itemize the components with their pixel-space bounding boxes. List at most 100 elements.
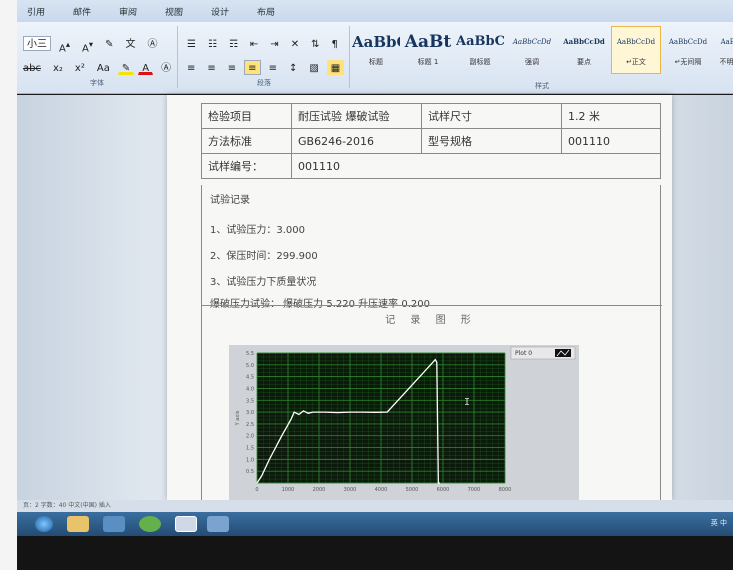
grow-font-icon[interactable]: A▴: [55, 36, 74, 54]
style-no-spacing[interactable]: AaBbCcDd ↵无间隔: [663, 26, 713, 74]
start-button-icon[interactable]: [35, 516, 53, 532]
highlight-icon[interactable]: ✎: [117, 60, 135, 75]
style-name: 强调: [525, 58, 539, 66]
explorer-icon[interactable]: [67, 516, 89, 532]
table-cell: 方法标准: [201, 128, 292, 154]
pinyin-icon[interactable]: 文: [121, 36, 139, 51]
y-tick-label: 2.0: [246, 434, 254, 440]
monitor-bezel: [17, 536, 733, 570]
justify-icon[interactable]: ≡: [244, 60, 261, 75]
style-emphasis[interactable]: AaBbCcDd 强调: [507, 26, 557, 74]
style-heading-1[interactable]: AaBt 标题 1: [403, 26, 453, 74]
style-title[interactable]: AaBbC(标题: [351, 26, 401, 74]
sort-icon[interactable]: ⇅: [307, 36, 323, 51]
pressure-chart: 0.5 1.0 1.5 2.0 2.5 3.0 3.5 4.0 4.5 5.0 5.5 0 1000 20…: [229, 345, 579, 500]
x-tick-label: 8000: [499, 487, 512, 493]
shrink-font-icon[interactable]: A▾: [78, 36, 97, 54]
bullets-icon[interactable]: ☰: [183, 36, 200, 51]
chart-heading: 记 录 图 形: [385, 315, 477, 326]
char-shading-icon[interactable]: Ⓐ: [157, 60, 175, 75]
align-right-icon[interactable]: ≡: [224, 60, 240, 75]
table-cell: 试样编号：: [201, 153, 292, 179]
x-tick-label: 1000: [282, 487, 295, 493]
x-tick-label: 2000: [313, 487, 326, 493]
tab-review[interactable]: 审阅: [119, 5, 138, 18]
y-tick-label: 5.5: [246, 351, 254, 357]
tab-view[interactable]: 视图: [165, 5, 184, 18]
numbering-icon[interactable]: ☷: [204, 36, 221, 51]
style-name: ↵无间隔: [674, 58, 702, 66]
tab-layout[interactable]: 布局: [257, 5, 276, 18]
align-center-icon[interactable]: ≡: [203, 60, 219, 75]
char-border-icon[interactable]: Ⓐ: [143, 36, 161, 51]
style-strong[interactable]: AaBbCcDd 要点: [559, 26, 609, 74]
font-group-label: 字体: [90, 79, 104, 87]
y-tick-label: 3.5: [246, 398, 254, 404]
borders-icon[interactable]: ▦: [326, 60, 345, 75]
strikethrough-icon[interactable]: abc: [19, 60, 45, 75]
y-tick-label: 2.5: [246, 422, 254, 428]
style-name: 副标题: [469, 58, 491, 66]
ribbon: 小三 A▴ A▾ ✎ 文 Ⓐ abc x₂ x² Aa ✎ A Ⓐ 字体 ☰ ☷…: [17, 22, 733, 94]
y-tick-label: 1.5: [246, 446, 254, 452]
chinese-layout-icon[interactable]: ✕: [287, 36, 303, 51]
tab-references[interactable]: 引用: [27, 5, 46, 18]
x-tick-label: 5000: [406, 487, 419, 493]
shading-icon[interactable]: ▧: [305, 60, 322, 75]
record-line: 3、试验压力下质量状况: [210, 277, 317, 288]
table-cell: 1.2 米: [561, 103, 661, 129]
style-subtle[interactable]: AaBb 不明显: [715, 26, 733, 74]
multilevel-list-icon[interactable]: ☶: [225, 36, 242, 51]
x-tick-label: 6000: [437, 487, 450, 493]
distributed-icon[interactable]: ≡: [265, 60, 281, 75]
taskbar: 英 中: [17, 512, 733, 536]
table-cell: 检验项目: [201, 103, 292, 129]
style-name: 标题 1: [417, 58, 439, 66]
y-tick-label: 4.0: [246, 386, 254, 392]
font-group: 小三 A▴ A▾ ✎ 文 Ⓐ abc x₂ x² Aa ✎ A Ⓐ 字体: [17, 26, 177, 90]
change-case-icon[interactable]: Aa: [93, 60, 114, 75]
tab-mailings[interactable]: 邮件: [73, 5, 92, 18]
status-bar: 页：2 字数：40 中文(中国) 插入: [17, 500, 733, 512]
font-size-select[interactable]: 小三: [23, 36, 51, 51]
tab-design[interactable]: 设计: [211, 5, 230, 18]
x-tick-label: 3000: [344, 487, 357, 493]
subscript-icon[interactable]: x₂: [49, 60, 67, 75]
styles-gallery: AaBbC(标题 AaBt 标题 1 AaBbC(副标题 AaBbCcDd 强调 A…: [351, 26, 733, 74]
table-cell: 型号规格: [421, 128, 562, 154]
table-row: 试样编号： 001110: [201, 153, 661, 179]
increase-indent-icon[interactable]: ⇥: [266, 36, 282, 51]
browser-icon[interactable]: [139, 516, 161, 532]
ribbon-separator: [349, 26, 350, 88]
media-icon[interactable]: [103, 516, 125, 532]
y-tick-label: 0.5: [246, 469, 254, 475]
font-color-icon[interactable]: A: [138, 60, 154, 75]
record-heading: 试验记录: [210, 195, 250, 206]
table-cell: 耐压试验 爆破试验: [291, 103, 422, 129]
document-page[interactable]: 检验项目 耐压试验 爆破试验 试样尺寸 1.2 米 方法标准 GB6246-20…: [167, 95, 672, 500]
superscript-icon[interactable]: x²: [71, 60, 89, 75]
y-tick-label: 4.5: [246, 375, 254, 381]
test-info-table: 检验项目 耐压试验 爆破试验 试样尺寸 1.2 米 方法标准 GB6246-20…: [201, 103, 661, 179]
app-window-icon[interactable]: [175, 516, 197, 532]
paragraph-group-label: 段落: [257, 79, 271, 87]
style-subtitle[interactable]: AaBbC(副标题: [455, 26, 505, 74]
style-sample: AaBbCcDd: [616, 38, 656, 46]
word-icon[interactable]: [207, 516, 229, 532]
style-sample: AaBb: [720, 38, 733, 46]
y-tick-label: 5.0: [246, 363, 254, 369]
y-tick-label: 1.0: [246, 457, 254, 463]
system-tray[interactable]: 英 中: [711, 518, 727, 528]
x-tick-label: 7000: [468, 487, 481, 493]
line-spacing-icon[interactable]: ↕: [285, 60, 301, 75]
clear-format-icon[interactable]: ✎: [101, 36, 117, 51]
show-marks-icon[interactable]: ¶: [327, 36, 341, 51]
style-name: 不明显: [719, 58, 733, 66]
align-left-icon[interactable]: ≡: [183, 60, 199, 75]
decrease-indent-icon[interactable]: ⇤: [246, 36, 262, 51]
document-workspace: 检验项目 耐压试验 爆破试验 试样尺寸 1.2 米 方法标准 GB6246-20…: [17, 95, 733, 500]
styles-group-label: 样式: [535, 82, 549, 90]
ribbon-separator: [177, 26, 178, 88]
style-normal[interactable]: AaBbCcDd ↵正文: [611, 26, 661, 74]
style-sample: AaBbC(: [352, 33, 400, 51]
